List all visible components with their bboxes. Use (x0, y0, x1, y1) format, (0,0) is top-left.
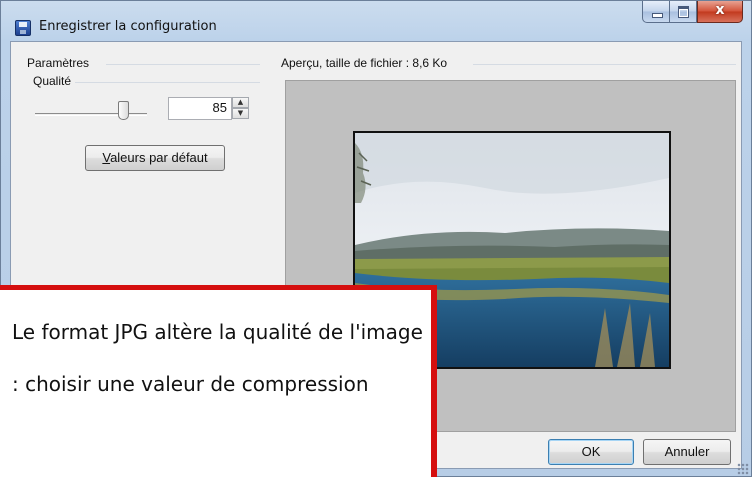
close-icon: x (715, 2, 725, 18)
quality-slider-track[interactable] (35, 113, 147, 116)
defaults-button[interactable]: Valeurs par défaut (85, 145, 225, 171)
spin-down-icon[interactable]: ▼ (232, 108, 249, 119)
quality-spinner[interactable]: ▲ ▼ (232, 97, 249, 120)
window-title: Enregistrer la configuration (39, 19, 217, 34)
annotation-callout: Le format JPG altère la qualité de l'ima… (0, 285, 437, 477)
minimize-button[interactable] (642, 1, 670, 23)
preview-label: Aperçu, taille de fichier : 8,6 Ko (281, 56, 452, 70)
group-divider (106, 64, 260, 65)
quality-divider (73, 82, 260, 83)
quality-input[interactable]: 85 (168, 97, 232, 120)
maximize-icon (678, 6, 689, 18)
quality-slider-thumb[interactable] (118, 101, 129, 120)
quality-label: Qualité (33, 74, 76, 88)
maximize-button[interactable] (670, 1, 697, 23)
ok-button[interactable]: OK (548, 439, 634, 465)
preview-divider (473, 64, 736, 65)
resize-grip[interactable] (737, 463, 749, 475)
title-bar[interactable]: Enregistrer la configuration x (1, 1, 751, 41)
minimize-icon (652, 13, 663, 18)
annotation-text: Le format JPG altère la qualité de l'ima… (12, 320, 423, 396)
settings-group-label: Paramètres (27, 56, 94, 70)
spin-up-icon[interactable]: ▲ (232, 97, 249, 108)
save-icon (15, 20, 31, 36)
close-button[interactable]: x (697, 1, 743, 23)
cancel-button[interactable]: Annuler (643, 439, 731, 465)
